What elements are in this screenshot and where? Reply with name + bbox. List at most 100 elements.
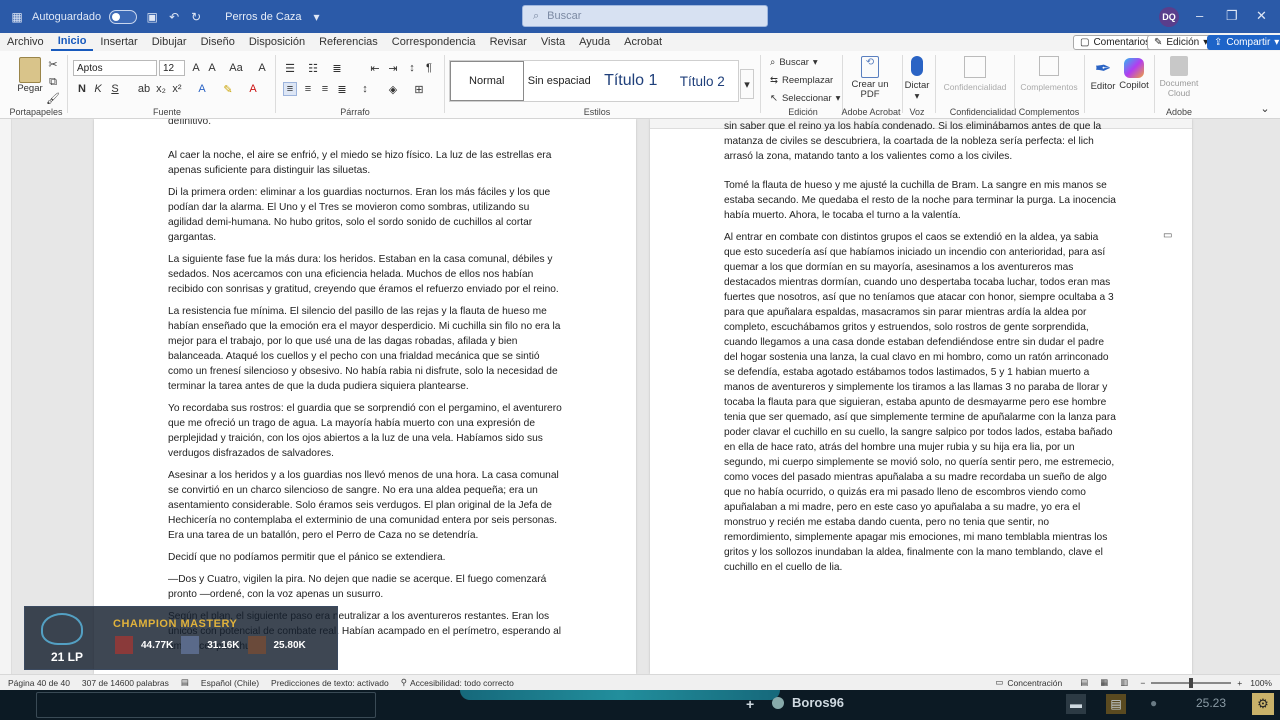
tab-archivo[interactable]: Archivo: [0, 33, 51, 51]
style-heading-1[interactable]: Título 1: [595, 61, 667, 101]
font-name-field[interactable]: Aptos: [73, 60, 157, 76]
page-count[interactable]: Página 40 de 40: [8, 678, 70, 688]
print-layout-icon[interactable]: ▦: [1100, 677, 1108, 688]
style-heading-2[interactable]: Título 2: [667, 61, 739, 101]
tab-ayuda[interactable]: Ayuda: [572, 33, 617, 51]
edit-mode-button[interactable]: ✎ Edición ▾: [1147, 35, 1216, 50]
grow-font-icon[interactable]: A: [189, 61, 203, 75]
tab-acrobat[interactable]: Acrobat: [617, 33, 669, 51]
copy-icon[interactable]: ⧉: [46, 75, 60, 89]
plus-icon[interactable]: +: [746, 696, 754, 712]
style-no-spacing[interactable]: Sin espaciad: [524, 61, 596, 101]
paste-button[interactable]: Pegar: [14, 57, 46, 94]
close-icon[interactable]: ✕: [1256, 8, 1267, 24]
settings-gear-icon[interactable]: ⚙: [1252, 693, 1274, 715]
save-icon[interactable]: ▣: [145, 10, 159, 24]
increase-indent-icon[interactable]: ⇥: [386, 61, 400, 75]
zoom-level[interactable]: 100%: [1250, 678, 1272, 688]
style-normal[interactable]: Normal: [450, 61, 524, 101]
chevron-down-icon[interactable]: ▾: [310, 10, 324, 24]
tab-diseño[interactable]: Diseño: [194, 33, 242, 51]
styles-more-icon[interactable]: ▾: [740, 69, 754, 99]
align-center-icon[interactable]: ≡: [301, 82, 315, 96]
addins-button[interactable]: Complementos: [1018, 56, 1080, 92]
replace-button[interactable]: ⇆ Reemplazar: [770, 75, 833, 86]
share-button[interactable]: ⇪ Compartir ▾: [1207, 35, 1280, 50]
zoom-out-icon[interactable]: −: [1140, 678, 1145, 688]
proofing-icon[interactable]: ▤: [181, 677, 189, 688]
pencil-icon: ✎: [1154, 37, 1163, 48]
bold-icon[interactable]: N: [75, 82, 89, 96]
mastery-score: 31.16K: [207, 639, 240, 651]
tab-insertar[interactable]: Insertar: [93, 33, 144, 51]
align-left-icon[interactable]: ≡: [283, 82, 297, 96]
tab-inicio[interactable]: Inicio: [50, 33, 94, 51]
editor-button[interactable]: ✒ Editor: [1088, 56, 1118, 92]
zoom-thumb[interactable]: [1189, 677, 1194, 688]
font-size-field[interactable]: 12: [159, 60, 185, 76]
web-layout-icon[interactable]: ▥: [1120, 677, 1128, 688]
tab-referencias[interactable]: Referencias: [312, 33, 385, 51]
dictate-button[interactable]: Dictar ▾: [904, 56, 930, 102]
share-icon: ⇪: [1214, 37, 1223, 48]
microphone-icon[interactable]: ●: [1150, 696, 1157, 710]
focus-mode[interactable]: Concentración: [1007, 678, 1062, 688]
maximize-icon[interactable]: ❐: [1226, 8, 1238, 24]
champion-portrait-icon: [247, 636, 266, 654]
text-effects-icon[interactable]: A: [195, 82, 209, 96]
comment-icon[interactable]: ▭: [1163, 230, 1172, 241]
subscript-icon[interactable]: x₂: [154, 82, 168, 96]
copilot-button[interactable]: Copilot: [1119, 56, 1149, 91]
font-color-icon[interactable]: A: [246, 82, 260, 96]
change-case-icon[interactable]: Aa: [226, 61, 246, 75]
clear-format-icon[interactable]: A: [255, 61, 269, 75]
line-spacing-icon[interactable]: ↕: [358, 82, 372, 96]
document-cloud-button[interactable]: Document Cloud: [1156, 56, 1202, 98]
highlight-icon[interactable]: ✎: [221, 82, 235, 96]
accessibility-status[interactable]: Accesibilidad: todo correcto: [410, 678, 514, 688]
tab-correspondencia[interactable]: Correspondencia: [385, 33, 483, 51]
select-button[interactable]: ↖ Seleccionar ▾: [770, 93, 840, 104]
document-title[interactable]: Perros de Caza: [225, 11, 301, 23]
redo-icon[interactable]: ↻: [189, 10, 203, 24]
find-button[interactable]: ⌕ Buscar ▾: [770, 57, 818, 68]
inventory-icon[interactable]: ▤: [1106, 694, 1126, 714]
sensitivity-icon: [964, 56, 986, 78]
superscript-icon[interactable]: x²: [170, 82, 184, 96]
chat-icon[interactable]: ▬: [1066, 694, 1086, 714]
format-painter-icon[interactable]: 🖌: [46, 91, 60, 105]
shrink-font-icon[interactable]: A: [205, 61, 219, 75]
justify-icon[interactable]: ≣: [335, 82, 349, 96]
undo-icon[interactable]: ↶: [167, 10, 181, 24]
underline-icon[interactable]: S: [108, 82, 122, 96]
decrease-indent-icon[interactable]: ⇤: [368, 61, 382, 75]
numbering-icon[interactable]: ☷: [306, 61, 320, 75]
borders-icon[interactable]: ⊞: [412, 82, 426, 96]
bullets-icon[interactable]: ☰: [283, 61, 297, 75]
align-right-icon[interactable]: ≡: [318, 82, 332, 96]
comments-button[interactable]: ▢ Comentarios: [1073, 35, 1158, 50]
sort-icon[interactable]: ↕: [405, 61, 419, 75]
multilevel-list-icon[interactable]: ≣: [330, 61, 344, 75]
tab-disposición[interactable]: Disposición: [242, 33, 312, 51]
tab-dibujar[interactable]: Dibujar: [145, 33, 194, 51]
create-pdf-button[interactable]: ⟲ Crear un PDF: [851, 56, 889, 100]
collapse-ribbon-icon[interactable]: ⌄: [1258, 101, 1272, 115]
text-predictions[interactable]: Predicciones de texto: activado: [271, 678, 389, 688]
avatar[interactable]: DQ: [1159, 7, 1179, 27]
show-marks-icon[interactable]: ¶: [422, 61, 436, 75]
italic-icon[interactable]: K: [91, 82, 105, 96]
word-count[interactable]: 307 de 14600 palabras: [82, 678, 169, 688]
cut-icon[interactable]: ✂: [46, 57, 60, 71]
read-mode-icon[interactable]: ▤: [1080, 677, 1088, 688]
language[interactable]: Español (Chile): [201, 678, 259, 688]
zoom-in-icon[interactable]: +: [1237, 678, 1242, 688]
minimize-icon[interactable]: –: [1196, 8, 1203, 23]
tab-vista[interactable]: Vista: [534, 33, 572, 51]
strikethrough-icon[interactable]: ab: [137, 82, 151, 96]
zoom-slider[interactable]: [1151, 677, 1232, 688]
shading-icon[interactable]: ◈: [386, 82, 400, 96]
tab-revisar[interactable]: Revisar: [483, 33, 534, 51]
autosave-toggle[interactable]: [109, 9, 138, 24]
search-box[interactable]: ⌕ Buscar: [522, 5, 768, 27]
